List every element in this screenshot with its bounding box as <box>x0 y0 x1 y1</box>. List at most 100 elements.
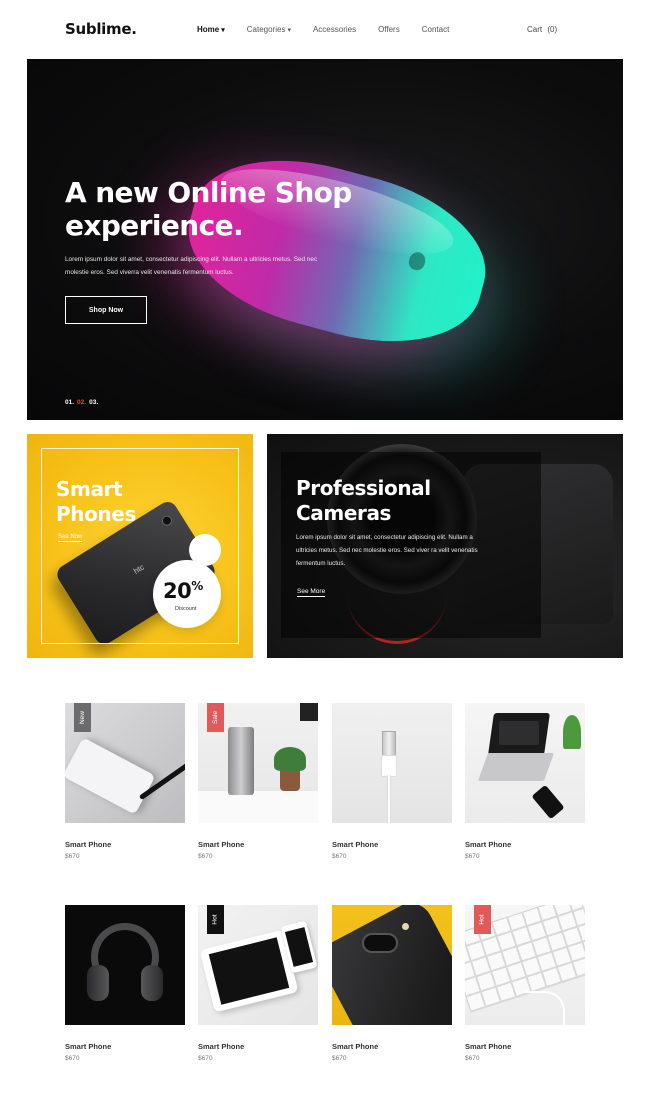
keyboard-cable-image <box>525 991 565 1025</box>
nav-label: Categories <box>246 25 286 34</box>
badge-label: Hot <box>479 914 486 925</box>
product-card[interactable]: Smart Phone $670 <box>65 905 185 1062</box>
product-image[interactable]: Sale <box>198 703 318 823</box>
promo-cameras-title-line1: Professional <box>296 476 431 500</box>
product-card[interactable]: Hot Smart Phone $670 <box>465 905 585 1062</box>
product-price: $670 <box>465 1055 480 1062</box>
speaker-image <box>228 727 254 795</box>
promo-professional-cameras[interactable]: Professional Cameras Lorem ipsum dolor s… <box>267 434 623 658</box>
flash-dot <box>402 923 409 930</box>
phone-on-desk-image <box>531 784 565 820</box>
main-nav: Home ▾ Categories ▾ Accessories Offers Con… <box>197 25 471 34</box>
hero-title-line1: A new Online Shop <box>65 176 352 209</box>
product-badge: Sale <box>207 703 224 732</box>
dual-camera-icon <box>362 933 398 953</box>
discount-badge: 20% Discount <box>153 534 223 628</box>
product-name[interactable]: Smart Phone <box>65 840 185 849</box>
promo-phones-title: Smart Phones <box>56 477 136 527</box>
discount-value: 20% <box>163 579 203 603</box>
discount-label: Discount <box>175 606 197 612</box>
badge-label: Sale <box>211 710 219 725</box>
product-image[interactable]: New <box>65 703 185 823</box>
nav-label: Home <box>197 25 220 34</box>
cart-link[interactable]: Cart (0) <box>527 25 557 34</box>
chevron-down-icon: ▾ <box>221 27 225 34</box>
product-price: $670 <box>332 1055 347 1062</box>
badge-label: Hot <box>212 914 219 925</box>
product-card[interactable]: Smart Phone $670 <box>332 905 452 1062</box>
promo-phones-title-line2: Phones <box>56 502 136 526</box>
shop-now-button[interactable]: Shop Now <box>65 296 147 324</box>
discount-unit: % <box>191 579 203 593</box>
promo-cameras-text: Lorem ipsum dolor sit amet, consectetur … <box>296 534 478 567</box>
product-badge: New <box>74 703 91 732</box>
product-name[interactable]: Smart Phone <box>332 1042 452 1051</box>
promo-cameras-title: Professional Cameras <box>296 476 431 526</box>
plant-pot-image <box>280 769 300 791</box>
product-card[interactable]: New Smart Phone $670 <box>65 703 185 860</box>
product-name[interactable]: Smart Phone <box>198 1042 318 1051</box>
promo-phones-title-line1: Smart <box>56 477 123 501</box>
product-image[interactable]: Hot <box>198 905 318 1025</box>
plant-leaves-image <box>274 747 306 771</box>
product-price: $670 <box>65 1055 80 1062</box>
slide-2-indicator[interactable]: 02. <box>77 399 86 406</box>
see-now-link[interactable]: See Now <box>58 534 83 542</box>
wall-frame <box>300 703 318 721</box>
product-name[interactable]: Smart Phone <box>65 1042 185 1051</box>
laptop-clock-display <box>499 721 539 745</box>
left-earcup-image <box>87 965 109 1001</box>
product-image[interactable] <box>332 905 452 1025</box>
product-price: $670 <box>65 853 80 860</box>
hero-title-line2: experience. <box>65 209 244 242</box>
nav-item-accessories[interactable]: Accessories <box>313 25 356 34</box>
product-card[interactable]: Hot Smart Phone $670 <box>198 905 318 1062</box>
hero-banner: A new Online Shop experience. Lorem ipsu… <box>27 59 623 420</box>
product-image[interactable] <box>332 703 452 823</box>
badge-label: New <box>78 710 86 725</box>
cart-count: (0) <box>547 25 558 34</box>
promo-cameras-title-line2: Cameras <box>296 501 392 525</box>
product-name[interactable]: Smart Phone <box>332 840 452 849</box>
plant-image <box>563 715 581 749</box>
see-more-link[interactable]: See More <box>297 588 326 597</box>
chevron-down-icon: ▾ <box>287 27 291 34</box>
product-name[interactable]: Smart Phone <box>465 1042 585 1051</box>
nav-item-contact[interactable]: Contact <box>422 25 450 34</box>
product-name[interactable]: Smart Phone <box>198 840 318 849</box>
nav-item-offers[interactable]: Offers <box>378 25 400 34</box>
hero-text: Lorem ipsum dolor sit amet, consectetur … <box>65 256 318 276</box>
discount-number: 20 <box>163 579 192 603</box>
magic-mouse-image <box>171 134 503 368</box>
black-phone-image <box>332 905 452 1025</box>
site-logo[interactable]: Sublime. <box>65 20 137 38</box>
iphone-image <box>65 737 156 815</box>
product-image[interactable] <box>65 905 185 1025</box>
site-header: Sublime. Home ▾ Categories ▾ Accessories O… <box>0 0 650 58</box>
nav-item-home[interactable]: Home ▾ <box>197 25 225 34</box>
slide-3-indicator[interactable]: 03. <box>89 399 98 406</box>
usb-plug-image <box>382 731 396 757</box>
product-price: $670 <box>198 1055 213 1062</box>
product-image[interactable] <box>465 703 585 823</box>
cart-label: Cart <box>527 25 543 34</box>
product-image[interactable]: Hot <box>465 905 585 1025</box>
usb-body-image <box>381 755 397 777</box>
product-price: $670 <box>465 853 480 860</box>
desk-surface <box>198 791 318 823</box>
product-price: $670 <box>198 853 213 860</box>
product-badge: Hot <box>474 905 491 934</box>
product-card[interactable]: Sale Smart Phone $670 <box>198 703 318 860</box>
product-card[interactable]: Smart Phone $670 <box>332 703 452 860</box>
slide-1-indicator[interactable]: 01. <box>65 399 74 406</box>
cable-image <box>387 775 391 823</box>
product-name[interactable]: Smart Phone <box>465 840 585 849</box>
promo-smart-phones[interactable]: htc Smart Phones See Now 20% Discount <box>27 434 253 658</box>
slider-pagination: 01. 02. 03. <box>65 399 101 406</box>
laptop-keyboard-image <box>477 753 555 781</box>
product-price: $670 <box>332 853 347 860</box>
right-earcup-image <box>141 965 163 1001</box>
product-card[interactable]: Smart Phone $670 <box>465 703 585 860</box>
hero-title: A new Online Shop experience. <box>65 176 365 242</box>
nav-item-categories[interactable]: Categories ▾ <box>247 25 291 34</box>
